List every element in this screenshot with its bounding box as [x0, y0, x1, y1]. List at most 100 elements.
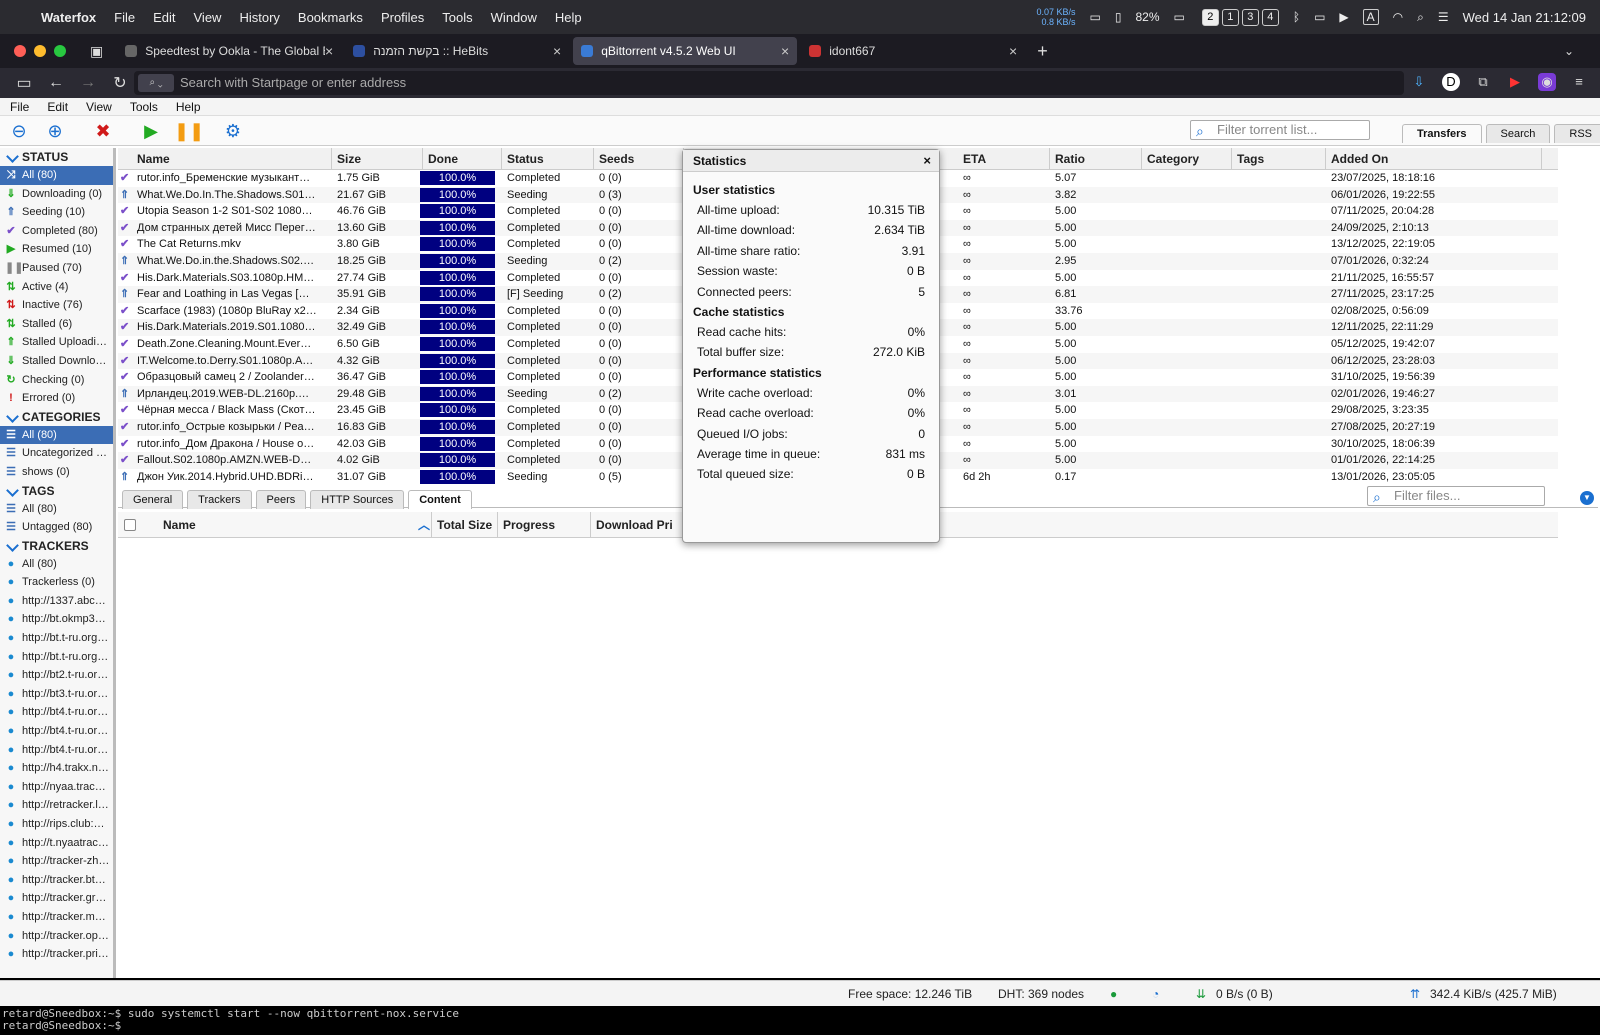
sidebar-item-tracker[interactable]: ● http://bt.t-ru.org… — [0, 629, 113, 648]
alt-speed-icon[interactable]: ◔ — [1152, 987, 1159, 1001]
sidebar-item-status[interactable]: ⇓ Downloading (0) — [0, 185, 113, 204]
add-link-icon[interactable]: ⊖ — [8, 120, 30, 142]
close-tab-icon[interactable]: × — [325, 43, 333, 59]
browser-tab[interactable]: idont667 × — [801, 37, 1025, 65]
col-done[interactable]: Done — [423, 148, 502, 170]
menu-bookmarks[interactable]: Bookmarks — [298, 10, 363, 25]
control-center-icon[interactable]: ☰ — [1438, 10, 1449, 24]
sidebar-item-tracker[interactable]: ● http://bt2.t-ru.or… — [0, 666, 113, 685]
status-header[interactable]: STATUS — [0, 148, 113, 166]
pause-icon[interactable]: ❚❚ — [174, 120, 204, 142]
options-gear-icon[interactable]: ⚙ — [222, 120, 244, 142]
sidebar-item-category[interactable]: ☰ All (80) — [0, 425, 113, 445]
tag-header[interactable]: TAGS — [0, 482, 113, 500]
sidebar-item-status[interactable]: ⇅ Active (4) — [0, 278, 113, 297]
sidebar-item-status[interactable]: ⇑ Seeding (10) — [0, 203, 113, 222]
youtube-icon[interactable]: ▶ — [1506, 73, 1524, 91]
browser-tab[interactable]: Speedtest by Ookla - The Global B × — [117, 37, 341, 65]
sidebar-item-tracker[interactable]: ● http://bt4.t-ru.or… — [0, 703, 113, 722]
sidebar-item-status[interactable]: ⇅ Inactive (76) — [0, 296, 113, 315]
sidebar-item-tracker[interactable]: ● http://h4.trakx.n… — [0, 759, 113, 778]
sidebar-item-status[interactable]: ⇅ Stalled (6) — [0, 315, 113, 334]
col-name[interactable]: Name — [132, 148, 332, 170]
sidebar-item-tracker[interactable]: ● http://tracker.pri… — [0, 945, 113, 964]
torrent-filter-input[interactable]: ⌕ Filter torrent list... — [1190, 120, 1370, 140]
menu-window[interactable]: Window — [491, 10, 537, 25]
tab-trackers[interactable]: Trackers — [187, 490, 252, 509]
close-icon[interactable]: × — [923, 150, 931, 172]
sidebar-item-tag[interactable]: ☰ Untagged (80) — [0, 518, 113, 537]
browser-tab[interactable]: qBittorrent v4.5.2 Web UI × — [573, 37, 798, 65]
menu-icon[interactable]: ≡ — [1570, 73, 1588, 91]
terminal[interactable]: retard@Sneedbox:~$ sudo systemctl start … — [0, 1006, 1600, 1035]
minimize-window-button[interactable] — [34, 45, 46, 57]
search-engine-icon[interactable]: ⌕ ⌄ — [138, 74, 174, 92]
collapse-panel-icon[interactable]: ▼ — [1580, 491, 1594, 505]
sidebar-item-tag[interactable]: ☰ All (80) — [0, 500, 113, 519]
menu-file[interactable]: File — [114, 10, 135, 25]
sidebar-item-tracker[interactable]: ● http://1337.abc… — [0, 592, 113, 611]
menu-edit[interactable]: Edit — [153, 10, 175, 25]
sidebar-item-tracker[interactable]: ● http://t.nyaatrac… — [0, 834, 113, 853]
col-ratio[interactable]: Ratio — [1050, 148, 1142, 170]
col-seeds[interactable]: Seeds — [594, 148, 684, 170]
resume-icon[interactable]: ▶ — [140, 120, 162, 142]
sidebar-item-tracker[interactable]: ● http://rips.club:… — [0, 815, 113, 834]
sidebar-item-tracker[interactable]: ● http://nyaa.trac… — [0, 778, 113, 797]
reload-icon[interactable]: ↻ — [112, 73, 128, 93]
tab-http-sources[interactable]: HTTP Sources — [310, 490, 405, 509]
battery-icon[interactable]: ▭ — [1174, 10, 1185, 24]
sidebar-item-tracker[interactable]: ● http://retracker.l… — [0, 796, 113, 815]
sidebar-item-category[interactable]: ☰ Uncategorized … — [0, 444, 113, 463]
app-name[interactable]: Waterfox — [41, 10, 96, 25]
bluetooth-icon[interactable]: ᛒ — [1293, 10, 1300, 24]
menu-tools[interactable]: Tools — [442, 10, 472, 25]
app-menu-view[interactable]: View — [86, 100, 112, 114]
col-eta[interactable]: ETA — [958, 148, 1050, 170]
clock[interactable]: Wed 14 Jan 21:12:09 — [1463, 10, 1586, 25]
clipboard-icon[interactable]: ▯ — [1115, 10, 1122, 24]
sidebar-item-status[interactable]: ✔ Completed (80) — [0, 222, 113, 241]
col-tags[interactable]: Tags — [1232, 148, 1326, 170]
sidebar-item-tracker[interactable]: ● http://tracker.op… — [0, 927, 113, 946]
tab-transfers[interactable]: Transfers — [1402, 124, 1482, 143]
url-bar[interactable]: ⌕ ⌄ Search with Startpage or enter addre… — [134, 71, 1404, 95]
close-tab-icon[interactable]: × — [1009, 43, 1017, 59]
content-col-total-size[interactable]: Total Size — [432, 512, 498, 538]
close-window-button[interactable] — [14, 45, 26, 57]
account-icon[interactable]: D — [1442, 73, 1460, 91]
sidebar-item-tracker[interactable]: ● http://tracker.m… — [0, 908, 113, 927]
file-filter-input[interactable]: ⌕ Filter files... — [1367, 486, 1545, 506]
spaces-indicator[interactable]: 2134 — [1199, 8, 1279, 26]
display-icon[interactable]: ▭ — [1090, 10, 1101, 24]
tab-search[interactable]: Search — [1485, 124, 1551, 143]
delete-icon[interactable]: ✖ — [92, 120, 114, 142]
close-tab-icon[interactable]: × — [781, 43, 789, 59]
space-2[interactable]: 2 — [1201, 8, 1219, 26]
menu-history[interactable]: History — [239, 10, 279, 25]
menu-help[interactable]: Help — [555, 10, 582, 25]
space-4[interactable]: 4 — [1261, 8, 1279, 26]
sidebar-item-tracker[interactable]: ● http://tracker.bt… — [0, 871, 113, 890]
app-menu-tools[interactable]: Tools — [130, 100, 158, 114]
sidebar-item-tracker[interactable]: ● Trackerless (0) — [0, 573, 113, 592]
sidebar-item-category[interactable]: ☰ shows (0) — [0, 463, 113, 482]
sidebar-item-tracker[interactable]: ● http://bt4.t-ru.or… — [0, 722, 113, 741]
forward-icon[interactable]: → — [80, 74, 96, 92]
app-menu-file[interactable]: File — [10, 100, 29, 114]
tab-list-icon[interactable]: ⌄ — [1564, 44, 1574, 58]
tab-content[interactable]: Content — [408, 490, 472, 509]
app-menu-edit[interactable]: Edit — [47, 100, 68, 114]
close-tab-icon[interactable]: × — [553, 43, 561, 59]
extension-icon[interactable]: ◉ — [1538, 73, 1556, 91]
category-header[interactable]: CATEGORIES — [0, 408, 113, 426]
add-torrent-icon[interactable]: ⊕ — [44, 120, 66, 142]
sidebar-item-tracker[interactable]: ● All (80) — [0, 555, 113, 574]
play-icon[interactable]: ▶ — [1339, 10, 1348, 24]
sidebar-item-tracker[interactable]: ● http://bt3.t-ru.or… — [0, 685, 113, 704]
sidebar-item-tracker[interactable]: ● http://tracker.gr… — [0, 889, 113, 908]
wifi-icon[interactable]: ◠ — [1393, 10, 1403, 24]
col-category[interactable]: Category — [1142, 148, 1232, 170]
downloads-icon[interactable]: ⇩ — [1410, 73, 1428, 91]
sidebar-item-status[interactable]: ❚❚ Paused (70) — [0, 259, 113, 278]
